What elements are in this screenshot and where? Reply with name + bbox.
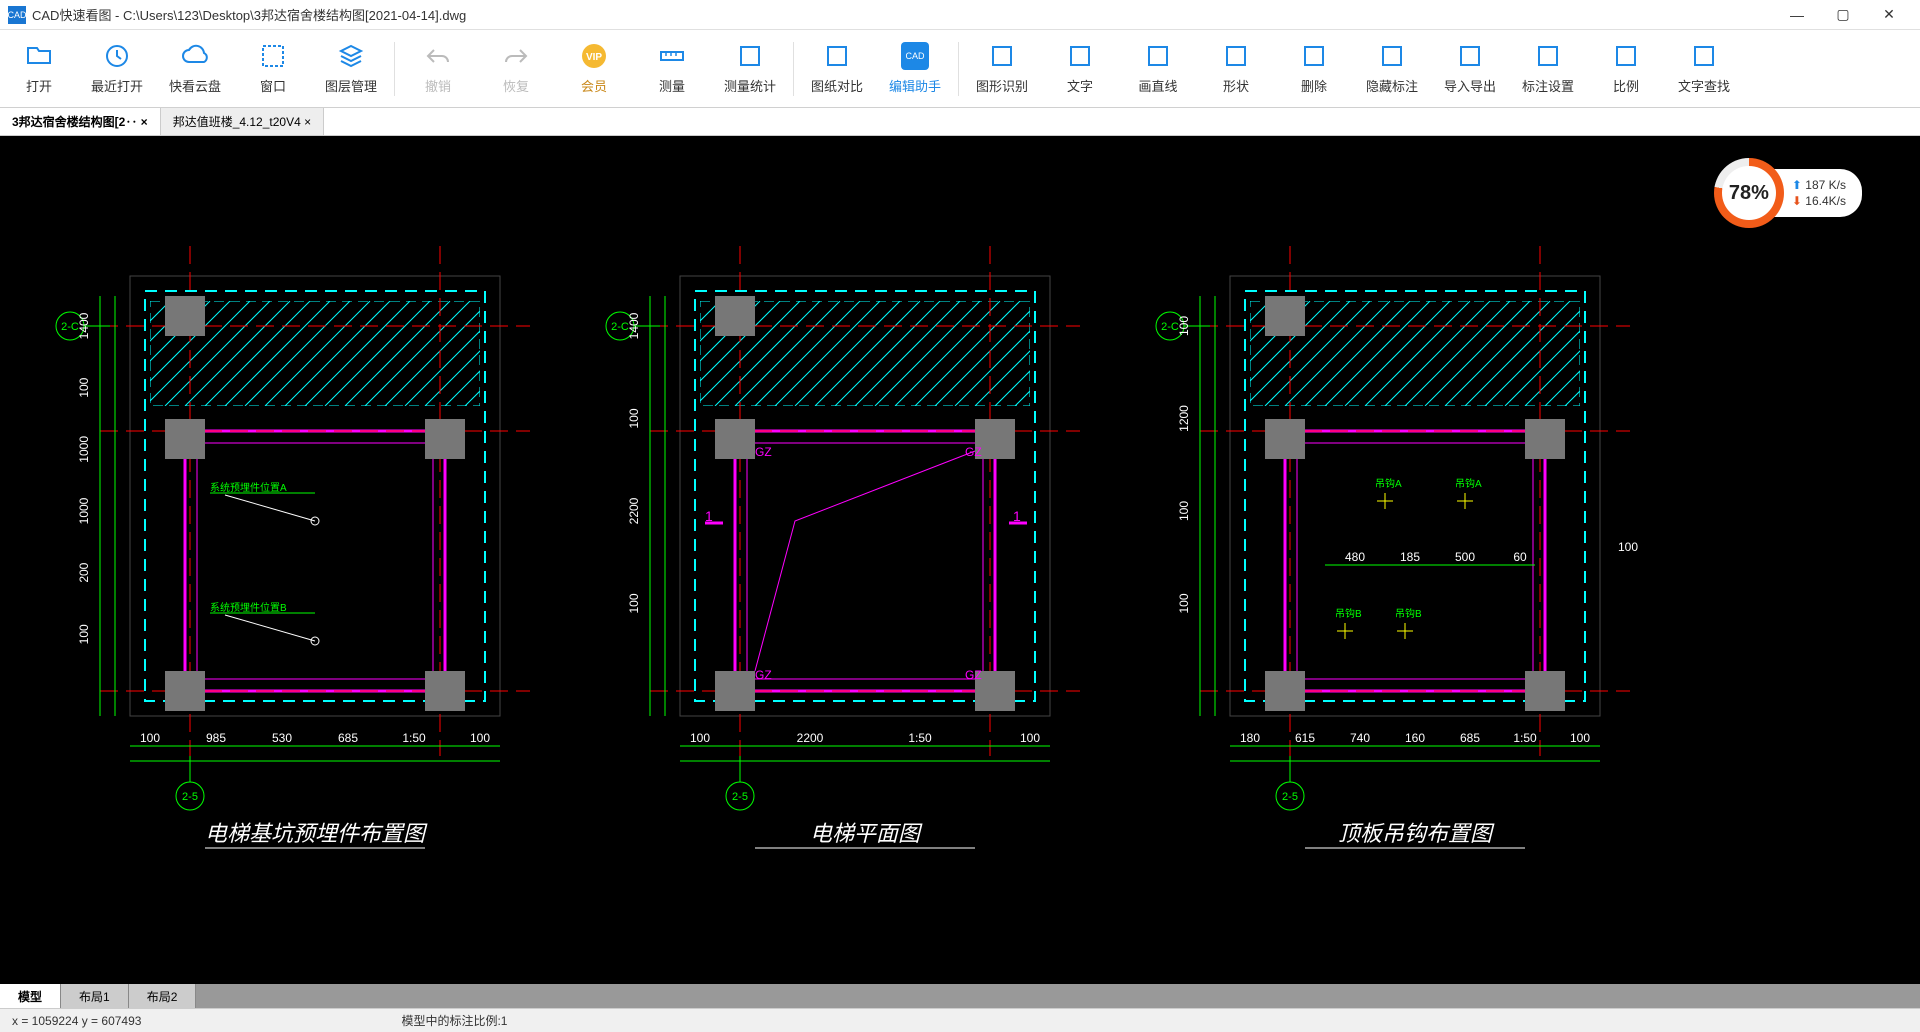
svg-text:100: 100 (627, 408, 641, 428)
toolbar-redo[interactable]: 恢复 (477, 33, 555, 105)
toolbar-compare[interactable]: 图纸对比 (798, 33, 876, 105)
svg-text:100: 100 (1177, 316, 1191, 336)
svg-text:740: 740 (1350, 731, 1370, 745)
titlebar: CAD CAD快速看图 - C:\Users\123\Desktop\3邦达宿舍… (0, 0, 1920, 30)
svg-text:100: 100 (470, 731, 490, 745)
svg-text:1:50: 1:50 (402, 731, 426, 745)
maximize-button[interactable]: ▢ (1820, 0, 1866, 30)
svg-text:电梯基坑预埋件布置图: 电梯基坑预埋件布置图 (205, 821, 428, 846)
toolbar-measure-stat[interactable]: 测量统计 (711, 33, 789, 105)
toolbar-vip[interactable]: VIP会员 (555, 33, 633, 105)
svg-text:1400: 1400 (627, 312, 641, 339)
toolbar-anno-settings[interactable]: 标注设置 (1509, 33, 1587, 105)
toolbar-shape-detect[interactable]: 图形识别 (963, 33, 1041, 105)
network-widget: 78% ⬆ 187 K/s ⬇ 16.4K/s (1714, 158, 1862, 228)
anno-scale: 模型中的标注比例:1 (401, 1012, 507, 1029)
svg-text:100: 100 (1177, 593, 1191, 613)
toolbar-recent[interactable]: 最近打开 (78, 33, 156, 105)
svg-text:615: 615 (1295, 731, 1315, 745)
app-icon: CAD (8, 6, 26, 24)
toolbar-undo[interactable]: 撤销 (399, 33, 477, 105)
svg-text:系统预埋件位置A: 系统预埋件位置A (210, 481, 287, 494)
svg-text:160: 160 (1405, 731, 1425, 745)
layout-tab-布局2[interactable]: 布局2 (129, 984, 197, 1008)
svg-text:685: 685 (1460, 731, 1480, 745)
coord-readout: x = 1059224 y = 607493 (12, 1014, 141, 1028)
svg-text:2200: 2200 (627, 497, 641, 524)
toolbar-import-export[interactable]: 导入导出 (1431, 33, 1509, 105)
svg-text:GZ: GZ (965, 668, 982, 682)
toolbar-measure[interactable]: 测量 (633, 33, 711, 105)
toolbar-ratio[interactable]: 比例 (1587, 33, 1665, 105)
file-tabs: 3邦达宿舍楼结构图[2‥ ×邦达值班楼_4.12_t20V4 × (0, 108, 1920, 136)
svg-text:985: 985 (206, 731, 226, 745)
svg-text:2-5: 2-5 (732, 791, 748, 803)
toolbar-shape[interactable]: 形状 (1197, 33, 1275, 105)
cad-canvas[interactable]: 2-C2-51400100100010002001001009855306851… (0, 136, 1920, 984)
layout-tab-模型[interactable]: 模型 (0, 984, 61, 1008)
svg-text:1:50: 1:50 (1513, 731, 1537, 745)
svg-text:系统预埋件位置B: 系统预埋件位置B (210, 601, 287, 614)
svg-text:2200: 2200 (797, 731, 824, 745)
drawing-1: 2-C2-51400100220010010022001:50100GZGZGZ… (595, 246, 1120, 848)
toolbar-hide-anno[interactable]: 隐藏标注 (1353, 33, 1431, 105)
svg-text:100: 100 (1618, 540, 1638, 554)
layout-tab-布局1[interactable]: 布局1 (61, 984, 129, 1008)
svg-text:顶板吊钩布置图: 顶板吊钩布置图 (1338, 821, 1495, 846)
svg-text:GZ: GZ (755, 668, 772, 682)
toolbar-cloud[interactable]: 快看云盘 (156, 33, 234, 105)
toolbar-delete[interactable]: 删除 (1275, 33, 1353, 105)
close-button[interactable]: ✕ (1866, 0, 1912, 30)
file-tab[interactable]: 3邦达宿舍楼结构图[2‥ × (0, 108, 161, 135)
svg-text:480: 480 (1345, 550, 1365, 564)
svg-text:100: 100 (1177, 501, 1191, 521)
svg-text:100: 100 (77, 377, 91, 397)
toolbar-edit-assist[interactable]: CAD编辑助手 (876, 33, 954, 105)
svg-text:530: 530 (272, 731, 292, 745)
svg-text:电梯平面图: 电梯平面图 (810, 821, 923, 846)
toolbar-text[interactable]: 文字 (1041, 33, 1119, 105)
svg-text:吊钩B: 吊钩B (1335, 608, 1362, 620)
toolbar-find-text[interactable]: 文字查找 (1665, 33, 1743, 105)
cad-drawing[interactable]: 2-C2-51400100100010002001001009855306851… (0, 136, 1920, 984)
svg-text:185: 185 (1400, 550, 1420, 564)
svg-text:100: 100 (1570, 731, 1590, 745)
svg-text:1000: 1000 (77, 497, 91, 524)
net-speeds: ⬆ 187 K/s ⬇ 16.4K/s (1772, 169, 1862, 217)
svg-text:1400: 1400 (77, 312, 91, 339)
toolbar: 打开最近打开快看云盘窗口图层管理撤销恢复VIP会员测量测量统计图纸对比CAD编辑… (0, 30, 1920, 108)
svg-text:吊钩B: 吊钩B (1395, 608, 1422, 620)
toolbar-window[interactable]: 窗口 (234, 33, 312, 105)
svg-text:吊钩A: 吊钩A (1455, 478, 1482, 490)
svg-text:60: 60 (1513, 550, 1527, 564)
svg-text:1200: 1200 (1177, 405, 1191, 432)
svg-text:200: 200 (77, 562, 91, 582)
svg-text:吊钩A: 吊钩A (1375, 478, 1402, 490)
svg-text:180: 180 (1240, 731, 1260, 745)
svg-text:100: 100 (1020, 731, 1040, 745)
svg-text:2-5: 2-5 (182, 791, 198, 803)
svg-text:1:50: 1:50 (908, 731, 932, 745)
layout-tabs: 模型布局1布局2 (0, 984, 1920, 1008)
window-title: CAD快速看图 - C:\Users\123\Desktop\3邦达宿舍楼结构图… (32, 5, 1774, 24)
svg-text:1000: 1000 (77, 436, 91, 463)
svg-text:2-5: 2-5 (1282, 791, 1298, 803)
svg-text:GZ: GZ (755, 445, 772, 459)
drawing-2: 2-C2-510012001001001806157401606851:5010… (1145, 246, 1670, 848)
svg-text:VIP: VIP (586, 52, 602, 63)
svg-text:100: 100 (690, 731, 710, 745)
minimize-button[interactable]: — (1774, 0, 1820, 30)
toolbar-line[interactable]: 画直线 (1119, 33, 1197, 105)
svg-text:100: 100 (627, 593, 641, 613)
statusbar: x = 1059224 y = 607493 模型中的标注比例:1 (0, 1008, 1920, 1032)
svg-text:685: 685 (338, 731, 358, 745)
drawing-0: 2-C2-51400100100010002001001009855306851… (45, 246, 570, 848)
toolbar-layer[interactable]: 图层管理 (312, 33, 390, 105)
svg-text:500: 500 (1455, 550, 1475, 564)
svg-text:100: 100 (77, 624, 91, 644)
cpu-ring: 78% (1714, 158, 1784, 228)
file-tab[interactable]: 邦达值班楼_4.12_t20V4 × (161, 108, 324, 135)
toolbar-open[interactable]: 打开 (0, 33, 78, 105)
svg-text:100: 100 (140, 731, 160, 745)
